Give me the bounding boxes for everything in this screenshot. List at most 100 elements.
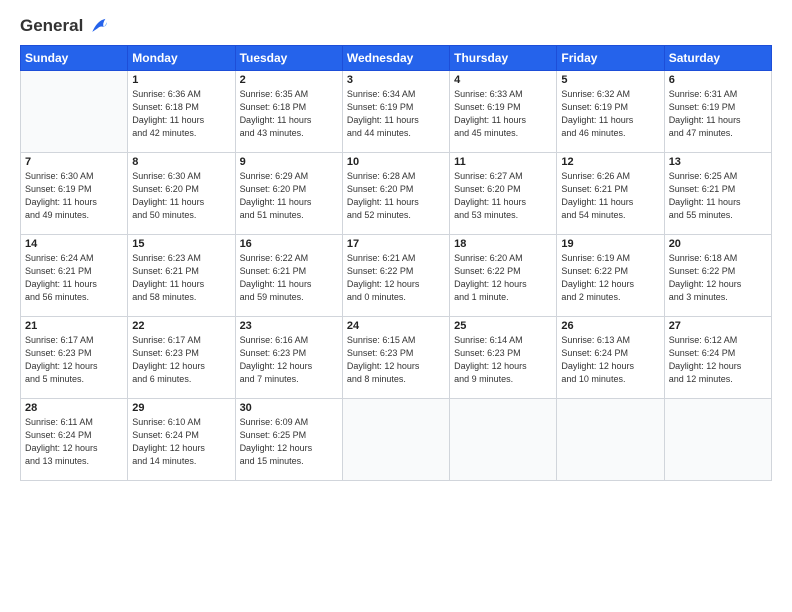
cell-info-line: Daylight: 12 hours [25, 443, 98, 453]
calendar-cell: 6 Sunrise: 6:31 AMSunset: 6:19 PMDaylight… [664, 70, 771, 152]
day-number: 18 [454, 238, 552, 250]
calendar-cell: 7Sunrise: 6:30 AMSunset: 6:19 PMDaylight… [21, 152, 128, 234]
cell-info-line: Sunset: 6:20 PM [347, 184, 414, 194]
day-number: 11 [454, 156, 552, 168]
cell-info: Sunrise: 6:20 AMSunset: 6:22 PMDaylight:… [454, 252, 552, 304]
cell-info-line: Sunset: 6:19 PM [25, 184, 92, 194]
cell-info-line: Sunset: 6:18 PM [240, 102, 307, 112]
day-number: 3 [347, 74, 445, 86]
cell-info-line: and 47 minutes. [669, 128, 733, 138]
calendar-cell: 22Sunrise: 6:17 AMSunset: 6:23 PMDayligh… [128, 316, 235, 398]
calendar-cell: 17Sunrise: 6:21 AMSunset: 6:22 PMDayligh… [342, 234, 449, 316]
cell-info-line: and 52 minutes. [347, 210, 411, 220]
day-number: 19 [561, 238, 659, 250]
cell-info-line: and 51 minutes. [240, 210, 304, 220]
cell-info-line: and 42 minutes. [132, 128, 196, 138]
cell-info: Sunrise: 6:17 AMSunset: 6:23 PMDaylight:… [132, 334, 230, 386]
cell-info: Sunrise: 6:15 AMSunset: 6:23 PMDaylight:… [347, 334, 445, 386]
cell-info-line: Daylight: 11 hours [454, 197, 526, 207]
cell-info: Sunrise: 6:31 AMSunset: 6:19 PMDaylight:… [669, 88, 767, 140]
day-number: 6 [669, 74, 767, 86]
day-number: 30 [240, 402, 338, 414]
cell-info-line: Daylight: 12 hours [240, 361, 313, 371]
cell-info-line: Sunrise: 6:14 AM [454, 335, 523, 345]
cell-info-line: Daylight: 11 hours [669, 115, 741, 125]
cell-info-line: and 10 minutes. [561, 374, 625, 384]
calendar-cell [450, 398, 557, 480]
calendar-cell: 16Sunrise: 6:22 AMSunset: 6:21 PMDayligh… [235, 234, 342, 316]
cell-info-line: Sunrise: 6:13 AM [561, 335, 630, 345]
cell-info: Sunrise: 6:19 AMSunset: 6:22 PMDaylight:… [561, 252, 659, 304]
day-number: 15 [132, 238, 230, 250]
cell-info: Sunrise: 6:17 AMSunset: 6:23 PMDaylight:… [25, 334, 123, 386]
cell-info-line: and 56 minutes. [25, 292, 89, 302]
calendar-cell: 15 Sunrise: 6:23 AM Sunset: 6:21 PM Dayligh… [128, 234, 235, 316]
cell-info-line: Sunset: 6:21 PM [132, 266, 199, 276]
cell-info-line: Sunrise: 6:35 AM [240, 89, 309, 99]
calendar-cell [664, 398, 771, 480]
logo-bird-icon [89, 17, 107, 37]
day-number: 9 [240, 156, 338, 168]
cell-info: Sunrise: 6:30 AMSunset: 6:19 PMDaylight:… [25, 170, 123, 222]
cell-info: Sunrise: 6:32 AMSunset: 6:19 PMDaylight:… [561, 88, 659, 140]
cell-info-line: Sunrise: 6:23 AM [132, 253, 201, 263]
cell-info-line: Daylight: 11 hours [240, 197, 312, 207]
cell-info: Sunrise: 6:12 AMSunset: 6:24 PMDaylight:… [669, 334, 767, 386]
cell-info: Sunrise: 6:18 AMSunset: 6:22 PMDaylight:… [669, 252, 767, 304]
day-number: 13 [669, 156, 767, 168]
cell-info-line: Daylight: 11 hours [25, 279, 97, 289]
cell-info-line: Sunset: 6:19 PM [561, 102, 628, 112]
calendar-cell: 13Sunrise: 6:25 AMSunset: 6:21 PMDayligh… [664, 152, 771, 234]
cell-info-line: Daylight: 12 hours [347, 361, 420, 371]
cell-info-line: and 45 minutes. [454, 128, 518, 138]
logo-general: General [20, 16, 107, 37]
cell-info-line: Sunrise: 6:26 AM [561, 171, 630, 181]
cell-info-line: Sunset: 6:23 PM [347, 348, 414, 358]
cell-info-line: and 59 minutes. [240, 292, 304, 302]
cell-info-line: Daylight: 11 hours [240, 279, 312, 289]
calendar-cell: 27 Sunrise: 6:12 AMSunset: 6:24 PMDayligh… [664, 316, 771, 398]
calendar-cell: 12Sunrise: 6:26 AMSunset: 6:21 PMDayligh… [557, 152, 664, 234]
cell-info-line: Sunrise: 6:27 AM [454, 171, 523, 181]
calendar-cell: 26Sunrise: 6:13 AMSunset: 6:24 PMDayligh… [557, 316, 664, 398]
cell-info-line: Sunset: 6:22 PM [454, 266, 521, 276]
cell-info-line: and 3 minutes. [669, 292, 728, 302]
day-number: 21 [25, 320, 123, 332]
day-number: 27 [669, 320, 767, 332]
cell-info-line: and 50 minutes. [132, 210, 196, 220]
weekday-header-friday: Friday [557, 45, 664, 70]
weekday-header-monday: Monday [128, 45, 235, 70]
day-number: 7 [25, 156, 123, 168]
cell-info-line: Sunrise: 6:18 AM [669, 253, 738, 263]
cell-info-line: and 0 minutes. [347, 292, 406, 302]
cell-info-line: Daylight: 12 hours [132, 361, 205, 371]
cell-info-line: Sunset: 6:20 PM [240, 184, 307, 194]
calendar-cell: 9Sunrise: 6:29 AMSunset: 6:20 PMDaylight… [235, 152, 342, 234]
cell-info-line: and 15 minutes. [240, 456, 304, 466]
cell-info-line: and 8 minutes. [347, 374, 406, 384]
cell-info-line: Sunrise: 6:19 AM [561, 253, 630, 263]
cell-info-line: Sunrise: 6:16 AM [240, 335, 309, 345]
cell-info-line: Sunset: 6:19 PM [669, 102, 736, 112]
cell-info-line: Sunset: 6:23 PM [132, 348, 199, 358]
calendar-cell: 4Sunrise: 6:33 AMSunset: 6:19 PMDaylight… [450, 70, 557, 152]
weekday-header-wednesday: Wednesday [342, 45, 449, 70]
cell-info-line: Daylight: 12 hours [454, 279, 527, 289]
cell-info-line: Sunset: 6:24 PM [132, 430, 199, 440]
calendar-cell: 5 Sunrise: 6:32 AMSunset: 6:19 PMDaylight… [557, 70, 664, 152]
cell-info-line: Sunset: 6:20 PM [132, 184, 199, 194]
cell-info-line: Daylight: 11 hours [132, 197, 204, 207]
cell-info: Sunrise: 6:14 AMSunset: 6:23 PMDaylight:… [454, 334, 552, 386]
cell-info-line: Sunrise: 6:12 AM [669, 335, 738, 345]
calendar-week-2: 7 Sunrise: 6:30 AM Sunset: 6:19 PM Daylight… [21, 152, 772, 234]
day-number: 5 [561, 74, 659, 86]
cell-info: Sunrise: 6:26 AMSunset: 6:21 PMDaylight:… [561, 170, 659, 222]
cell-info-line: Daylight: 12 hours [561, 279, 634, 289]
cell-info: Sunrise: 6:30 AMSunset: 6:20 PMDaylight:… [132, 170, 230, 222]
calendar-week-4: 21 Sunrise: 6:17 AMSunset: 6:23 PMDayligh… [21, 316, 772, 398]
cell-info-line: Daylight: 11 hours [454, 115, 526, 125]
cell-info: Sunrise: 6:23 AM Sunset: 6:21 PM Daylight:… [132, 252, 230, 304]
cell-info-line: Sunset: 6:22 PM [669, 266, 736, 276]
cell-info-line: Sunrise: 6:30 AM [25, 171, 94, 181]
cell-info-line: Daylight: 11 hours [132, 279, 204, 289]
